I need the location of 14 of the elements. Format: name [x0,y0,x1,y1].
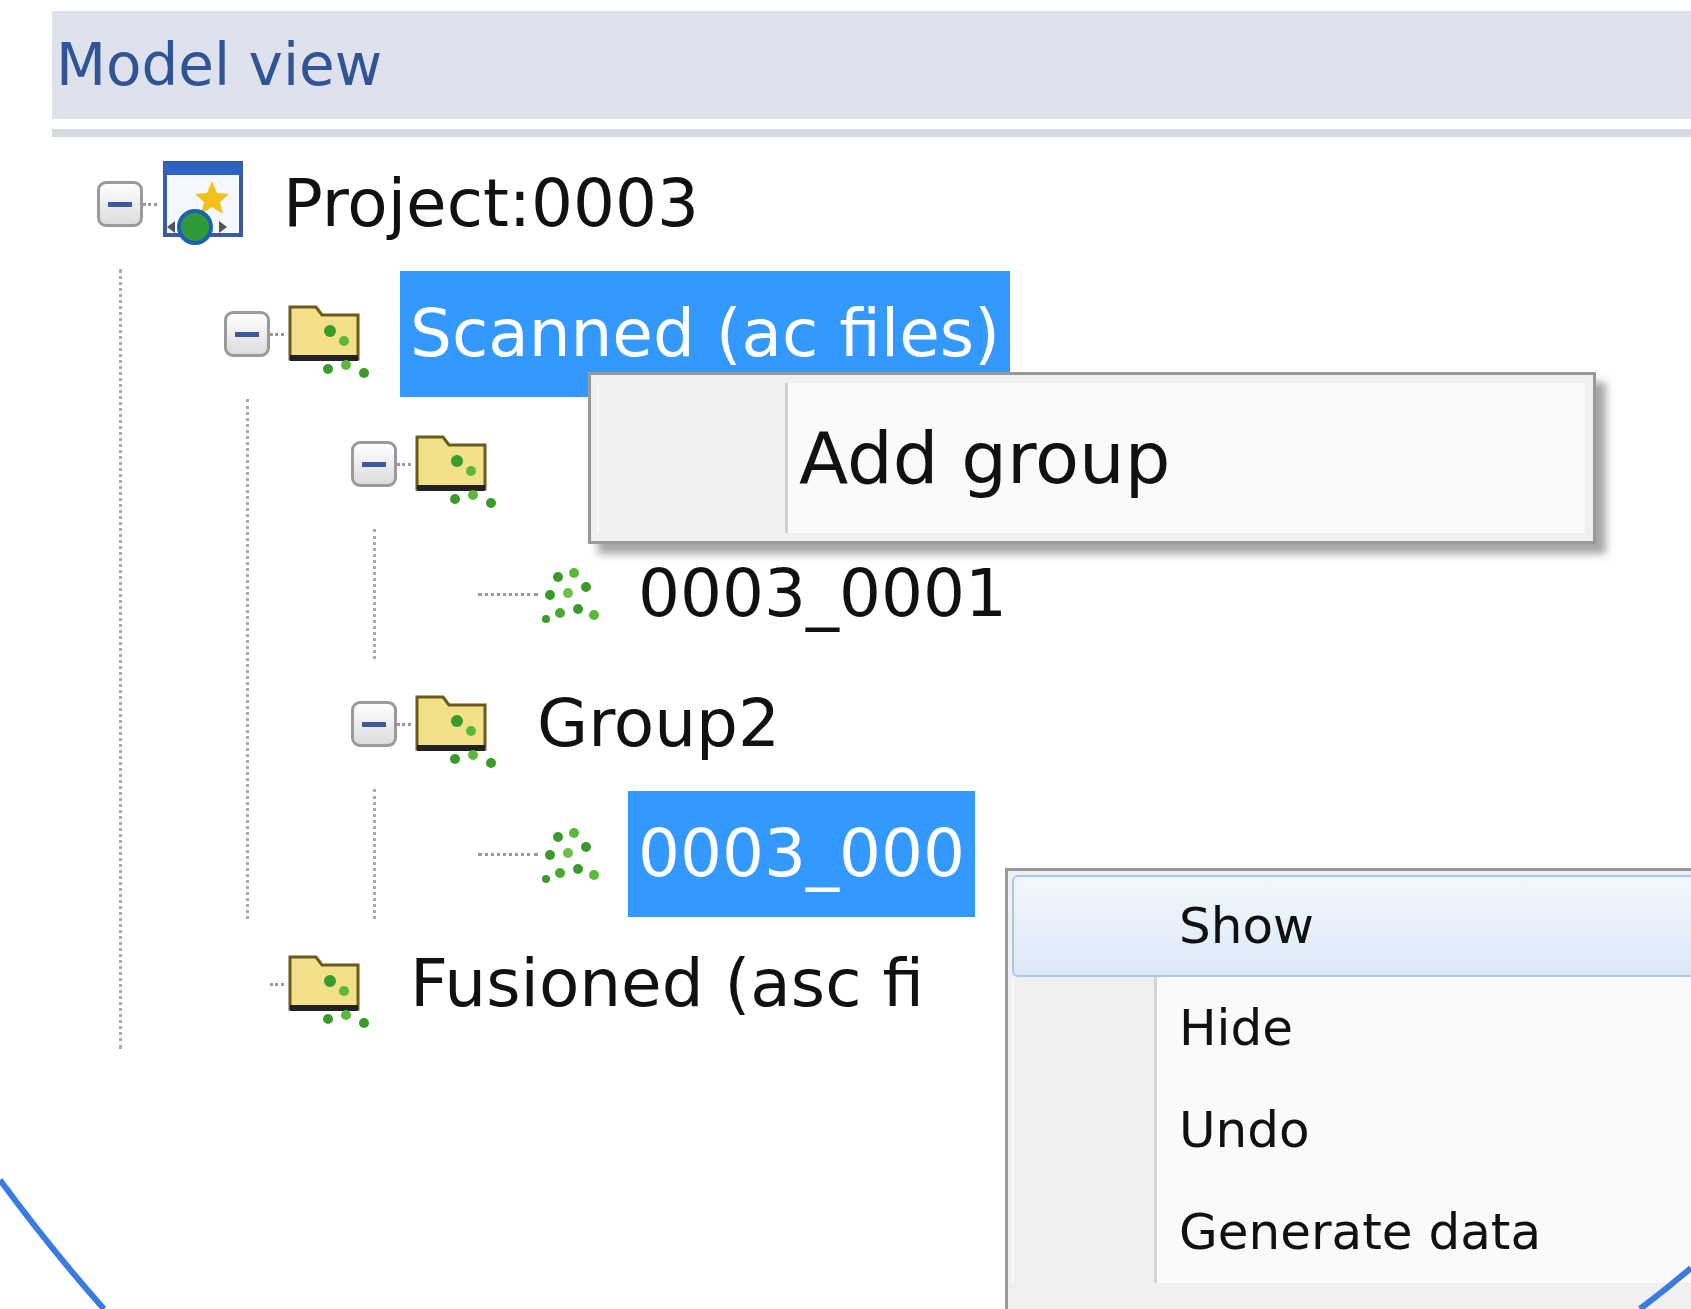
circle-arc [1638,1265,1691,1309]
menu-item[interactable]: Add group [597,383,1587,533]
menu-item[interactable]: Undo [1012,1079,1691,1181]
menu-item[interactable]: Hide [1012,977,1691,1079]
menu-item[interactable]: Show [1012,875,1691,977]
tree-item[interactable]: Fusioned (asc fi [400,921,934,1047]
tree-item[interactable]: Project:0003 [273,141,709,267]
collapse-toggle[interactable] [351,441,397,487]
collapse-toggle[interactable] [351,701,397,747]
tree-item[interactable]: Group2 [527,661,790,787]
collapse-toggle[interactable] [224,311,270,357]
panel-title: Model view [55,31,383,99]
menu-item[interactable]: Generate data [1012,1181,1691,1283]
collapse-toggle[interactable] [97,181,143,227]
